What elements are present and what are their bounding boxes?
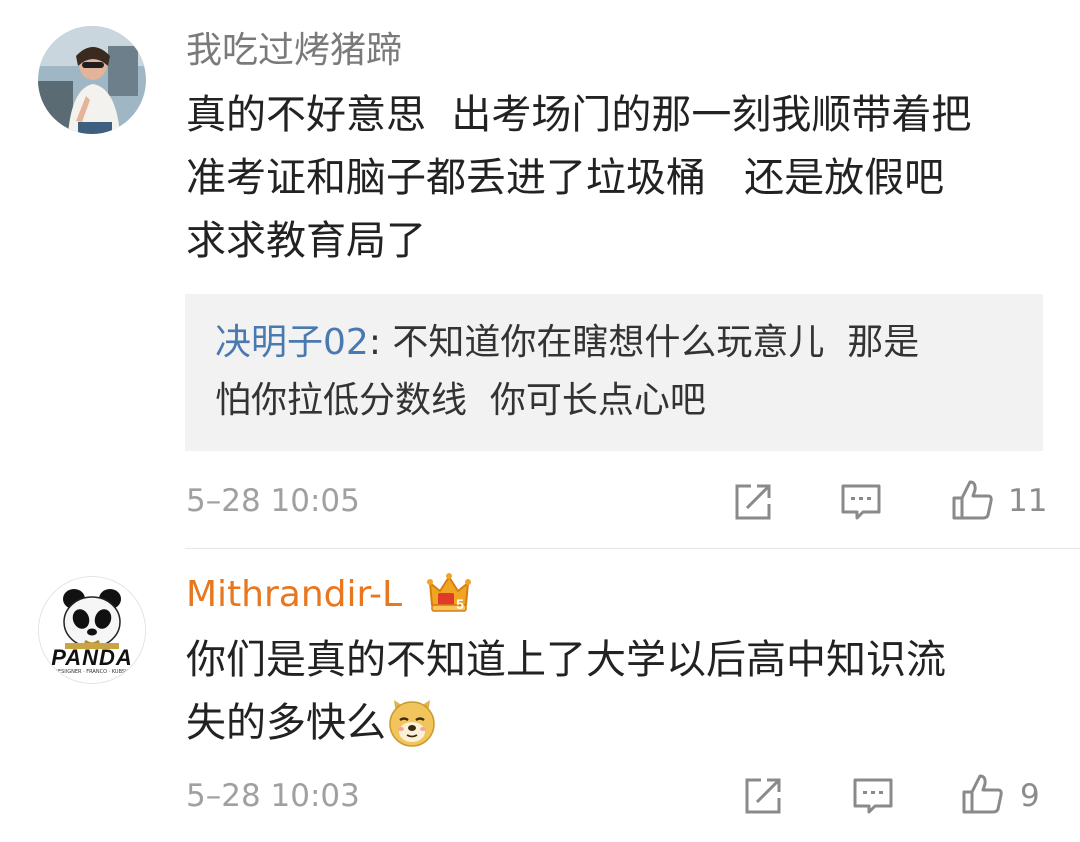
comment-text-line: 真的不好意思 出考场门的那一刻我顺带着把: [186, 92, 972, 138]
reply-text: 决明子02: 不知道你在瞎想什么玩意儿 那是 怕你拉低分数线 你可长点心吧: [215, 314, 1015, 430]
reply-line: 不知道你在瞎想什么玩意儿 那是: [392, 322, 920, 363]
user-avatar[interactable]: PANDA DESIIGNER · FRANCO · KUBSKI: [38, 576, 146, 684]
user-avatar[interactable]: [38, 26, 146, 134]
comment-text-line: 你们是真的不知道上了大学以后高中知识流: [186, 637, 946, 683]
comment-item: 我吃过烤猪蹄 真的不好意思 出考场门的那一刻我顺带着把 准考证和脑子都丢进了垃圾…: [0, 0, 1080, 548]
username[interactable]: 我吃过烤猪蹄: [186, 29, 402, 73]
avatar-sublabel: DESIIGNER · FRANCO · KUBSKI: [54, 669, 130, 675]
like-icon[interactable]: [950, 478, 994, 522]
vip-level: 5: [456, 596, 464, 612]
share-icon[interactable]: [741, 774, 785, 818]
like-icon[interactable]: [960, 772, 1004, 816]
comment-text: 你们是真的不知道上了大学以后高中知识流 失的多快么: [186, 629, 1046, 755]
comment-icon[interactable]: [851, 774, 895, 818]
share-icon[interactable]: [731, 480, 775, 524]
timestamp: 5–28 10:03: [186, 778, 360, 814]
comment-icon[interactable]: [839, 480, 883, 524]
timestamp: 5–28 10:05: [186, 483, 360, 519]
username[interactable]: Mithrandir-L: [186, 573, 402, 617]
comment-text: 真的不好意思 出考场门的那一刻我顺带着把 准考证和脑子都丢进了垃圾桶 还是放假吧…: [186, 84, 1046, 273]
reply-username[interactable]: 决明子02: [215, 322, 369, 363]
comment-text-line: 准考证和脑子都丢进了垃圾桶 还是放假吧: [186, 155, 945, 201]
vip-crown-icon[interactable]: 5: [426, 569, 472, 615]
comment-item: PANDA DESIIGNER · FRANCO · KUBSKI Mithra…: [0, 549, 1080, 842]
comment-text-line: 失的多快么: [186, 700, 386, 746]
avatar-label: PANDA: [51, 645, 133, 670]
reply-separator: :: [368, 322, 393, 363]
like-count: 9: [1020, 778, 1040, 814]
doge-emoji-icon: [389, 700, 435, 747]
reply-line: 怕你拉低分数线 你可长点心吧: [215, 380, 706, 421]
avatar-photo-icon: [38, 26, 146, 134]
comment-text-line: 求求教育局了: [186, 218, 426, 264]
like-count: 11: [1008, 483, 1048, 519]
reply-preview[interactable]: 决明子02: 不知道你在瞎想什么玩意儿 那是 怕你拉低分数线 你可长点心吧: [185, 294, 1043, 451]
